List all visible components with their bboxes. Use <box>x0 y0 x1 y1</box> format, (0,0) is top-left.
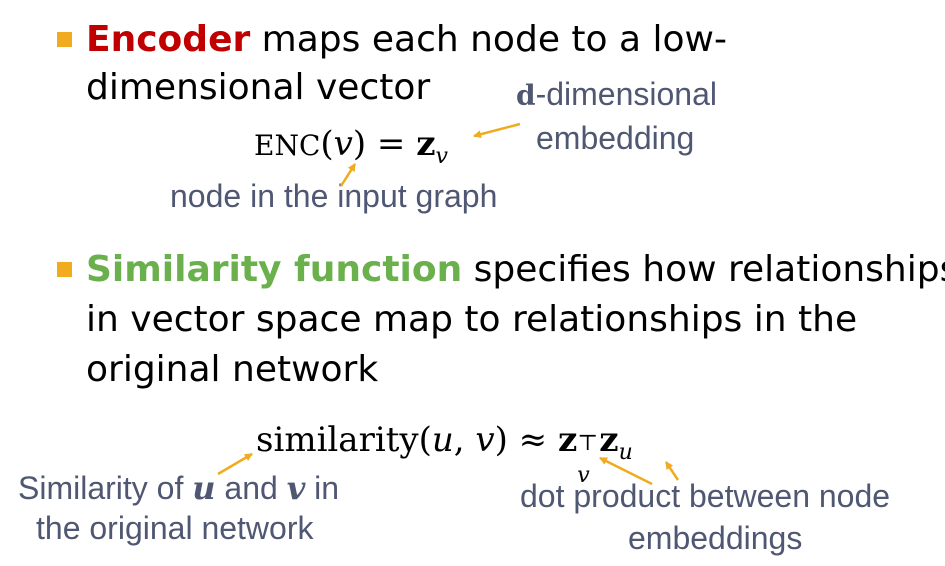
arrow-to-zv <box>599 456 653 486</box>
annotation-arrows <box>217 122 680 486</box>
arrow-to-similarity <box>217 452 253 476</box>
arrow-to-node <box>339 163 357 187</box>
arrow-to-embedding <box>473 122 521 139</box>
arrow-to-zu <box>664 461 680 481</box>
